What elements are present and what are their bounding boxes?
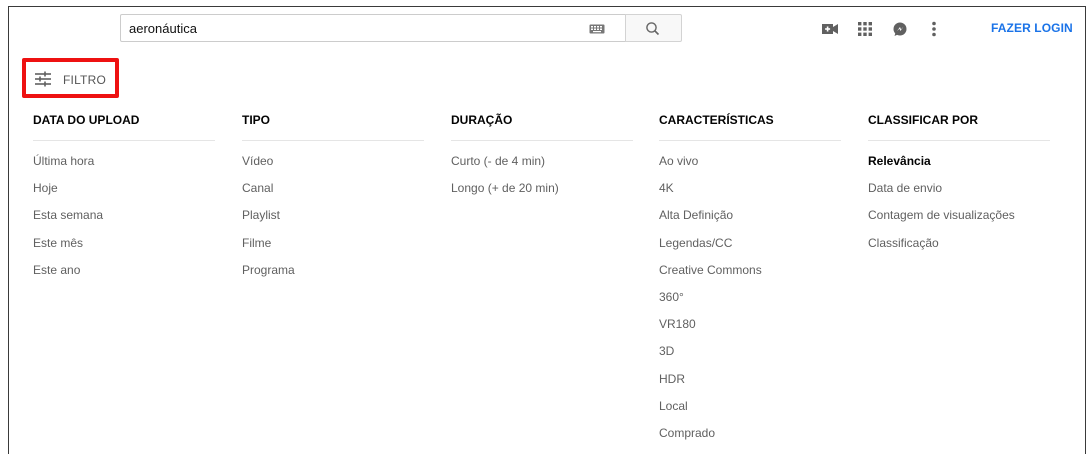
filter-option[interactable]: HDR [659, 372, 839, 399]
filter-label: FILTRO [63, 73, 106, 87]
filter-group-title: CLASSIFICAR POR [868, 113, 979, 127]
sort-option[interactable]: Data de envio [868, 181, 1048, 208]
keyboard-icon[interactable] [589, 24, 605, 34]
divider [659, 140, 841, 141]
filter-option[interactable]: Canal [242, 181, 422, 208]
tune-icon [35, 71, 51, 87]
divider [451, 140, 633, 141]
filter-option[interactable]: Filme [242, 236, 422, 263]
filter-group-upload-date: DATA DO UPLOAD Última hora Hoje Esta sem… [33, 113, 215, 290]
filter-option[interactable]: Este mês [33, 236, 213, 263]
filter-group-title: TIPO [242, 113, 271, 127]
search-icon [646, 22, 660, 36]
filter-option[interactable]: Programa [242, 263, 422, 290]
filter-group-title: DURAÇÃO [451, 113, 513, 127]
sort-option[interactable]: Classificação [868, 236, 1048, 263]
filter-option[interactable]: Ao vivo [659, 154, 839, 181]
filter-group-title: DATA DO UPLOAD [33, 113, 140, 127]
filter-option[interactable]: Hoje [33, 181, 213, 208]
divider [242, 140, 424, 141]
filter-option[interactable]: Este ano [33, 263, 213, 290]
search-button[interactable] [625, 14, 682, 42]
filter-option[interactable]: Creative Commons [659, 263, 839, 290]
filter-group-type: TIPO Vídeo Canal Playlist Filme Programa [242, 113, 424, 290]
filter-group-features: CARACTERÍSTICAS Ao vivo 4K Alta Definiçã… [659, 113, 841, 453]
search-input[interactable] [129, 19, 569, 37]
video-camera-plus-icon[interactable] [820, 19, 840, 39]
top-bar: FAZER LOGIN [9, 7, 1085, 51]
more-vert-icon[interactable] [924, 19, 944, 39]
sort-option-selected[interactable]: Relevância [868, 154, 1048, 181]
filter-option[interactable]: Comprado [659, 426, 839, 453]
filter-option[interactable]: 4K [659, 181, 839, 208]
filter-option[interactable]: Playlist [242, 208, 422, 235]
filter-group-title: CARACTERÍSTICAS [659, 113, 774, 127]
filter-option[interactable]: Esta semana [33, 208, 213, 235]
apps-grid-icon[interactable] [855, 19, 875, 39]
filter-option[interactable]: Alta Definição [659, 208, 839, 235]
search-box[interactable] [120, 14, 626, 42]
filter-option[interactable]: 360° [659, 290, 839, 317]
filter-option[interactable]: Longo (+ de 20 min) [451, 181, 631, 208]
filter-option[interactable]: VR180 [659, 317, 839, 344]
divider [868, 140, 1050, 141]
filter-option[interactable]: Local [659, 399, 839, 426]
filter-option[interactable]: Vídeo [242, 154, 422, 181]
filter-option[interactable]: Última hora [33, 154, 213, 181]
messages-icon[interactable] [890, 19, 910, 39]
filter-option[interactable]: Curto (- de 4 min) [451, 154, 631, 181]
sort-option[interactable]: Contagem de visualizações [868, 208, 1048, 235]
filter-group-sort-by: CLASSIFICAR POR Relevância Data de envio… [868, 113, 1050, 263]
filter-option[interactable]: 3D [659, 344, 839, 371]
filter-button[interactable]: FILTRO [22, 58, 119, 98]
login-link[interactable]: FAZER LOGIN [991, 21, 1073, 35]
divider [33, 140, 215, 141]
filter-group-duration: DURAÇÃO Curto (- de 4 min) Longo (+ de 2… [451, 113, 633, 208]
filter-option[interactable]: Legendas/CC [659, 236, 839, 263]
